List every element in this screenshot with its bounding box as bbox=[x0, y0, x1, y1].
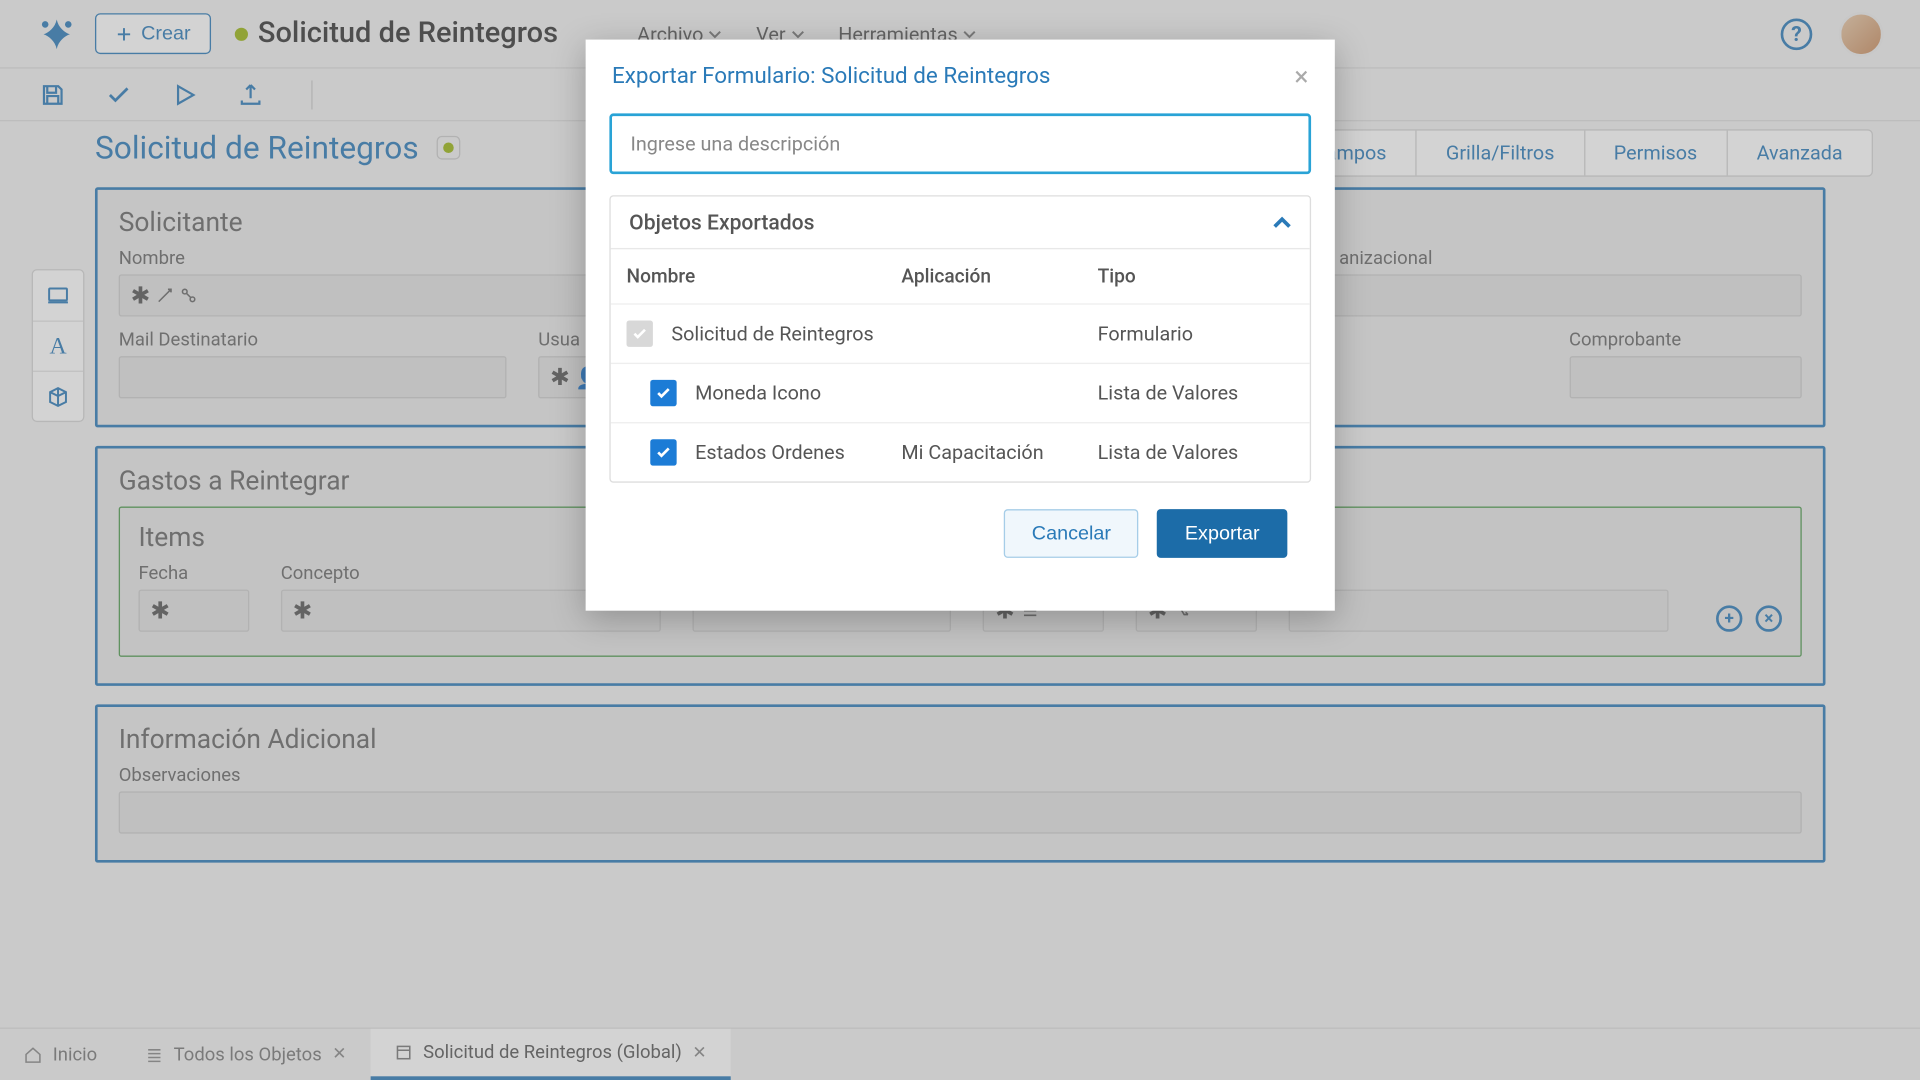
table-row: Solicitud de Reintegros Formulario bbox=[611, 303, 1310, 362]
cancel-button[interactable]: Cancelar bbox=[1004, 509, 1139, 558]
close-icon[interactable]: × bbox=[1294, 61, 1308, 93]
th-aplicacion: Aplicación bbox=[901, 265, 1097, 287]
table-row: Estados Ordenes Mi CapacitaciónLista de V… bbox=[611, 422, 1310, 481]
row-type: Formulario bbox=[1098, 322, 1294, 346]
row-app: Mi Capacitación bbox=[901, 441, 1097, 465]
export-modal: Exportar Formulario: Solicitud de Reinte… bbox=[586, 40, 1335, 611]
section-header: Objetos Exportados bbox=[629, 210, 814, 235]
checkbox[interactable] bbox=[627, 321, 653, 347]
export-objects-section: Objetos Exportados Nombre Aplicación Tip… bbox=[609, 195, 1311, 483]
checkbox[interactable] bbox=[650, 439, 676, 465]
row-type: Lista de Valores bbox=[1098, 441, 1294, 465]
row-name: Estados Ordenes bbox=[695, 441, 845, 465]
checkbox[interactable] bbox=[650, 380, 676, 406]
th-nombre: Nombre bbox=[627, 265, 902, 287]
export-table: Nombre Aplicación Tipo Solicitud de Rein… bbox=[611, 248, 1310, 481]
export-button[interactable]: Exportar bbox=[1157, 509, 1287, 558]
description-input[interactable]: Ingrese una descripción bbox=[609, 113, 1311, 174]
chevron-up-icon[interactable] bbox=[1273, 213, 1291, 231]
row-name: Moneda Icono bbox=[695, 381, 821, 405]
th-tipo: Tipo bbox=[1098, 265, 1294, 287]
placeholder: Ingrese una descripción bbox=[630, 132, 840, 156]
row-name: Solicitud de Reintegros bbox=[671, 322, 873, 346]
table-row: Moneda Icono Lista de Valores bbox=[611, 363, 1310, 422]
row-type: Lista de Valores bbox=[1098, 381, 1294, 405]
modal-title: Exportar Formulario: Solicitud de Reinte… bbox=[612, 63, 1050, 89]
